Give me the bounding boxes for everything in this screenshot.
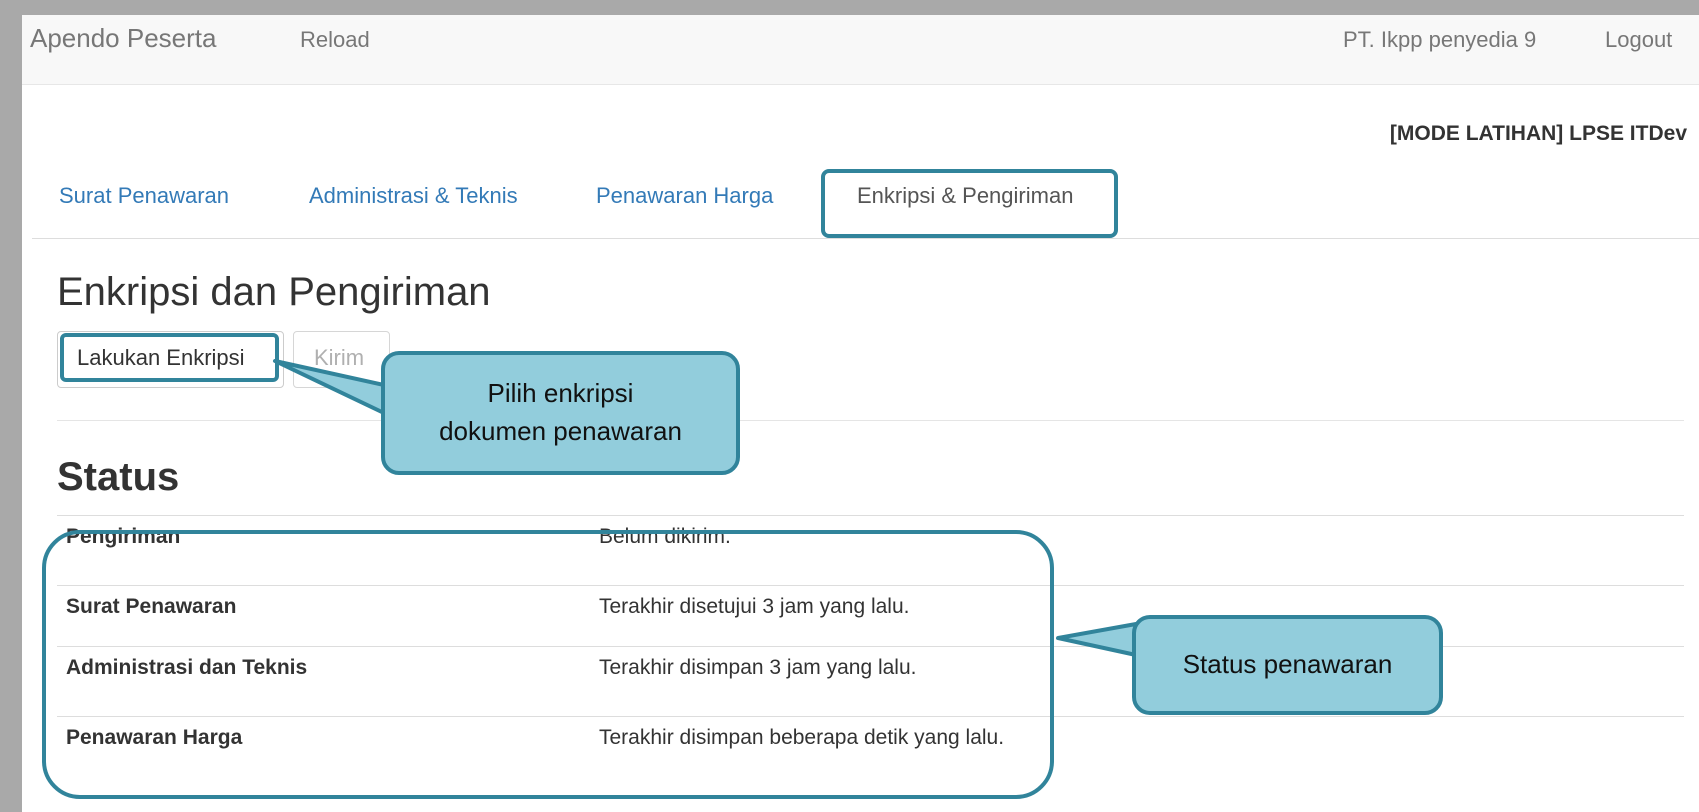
- callout-encrypt-line2: dokumen penawaran: [439, 416, 682, 446]
- callout-pointer-status: [1056, 622, 1138, 657]
- app-window: Apendo Peserta Reload PT. Ikpp penyedia …: [22, 15, 1699, 812]
- frame-left-shadow: [0, 0, 22, 812]
- callout-encrypt-line1: Pilih enkripsi: [487, 378, 634, 409]
- callout-status-text: Status penawaran: [1182, 649, 1393, 680]
- callout-status: Status penawaran: [1132, 615, 1443, 715]
- frame-top-shadow: [0, 0, 1699, 15]
- callout-pointers: [273, 359, 1138, 657]
- callout-encrypt: Pilih enkripsi dokumen penawaran: [381, 351, 740, 475]
- callout-pointer-encrypt: [273, 359, 386, 415]
